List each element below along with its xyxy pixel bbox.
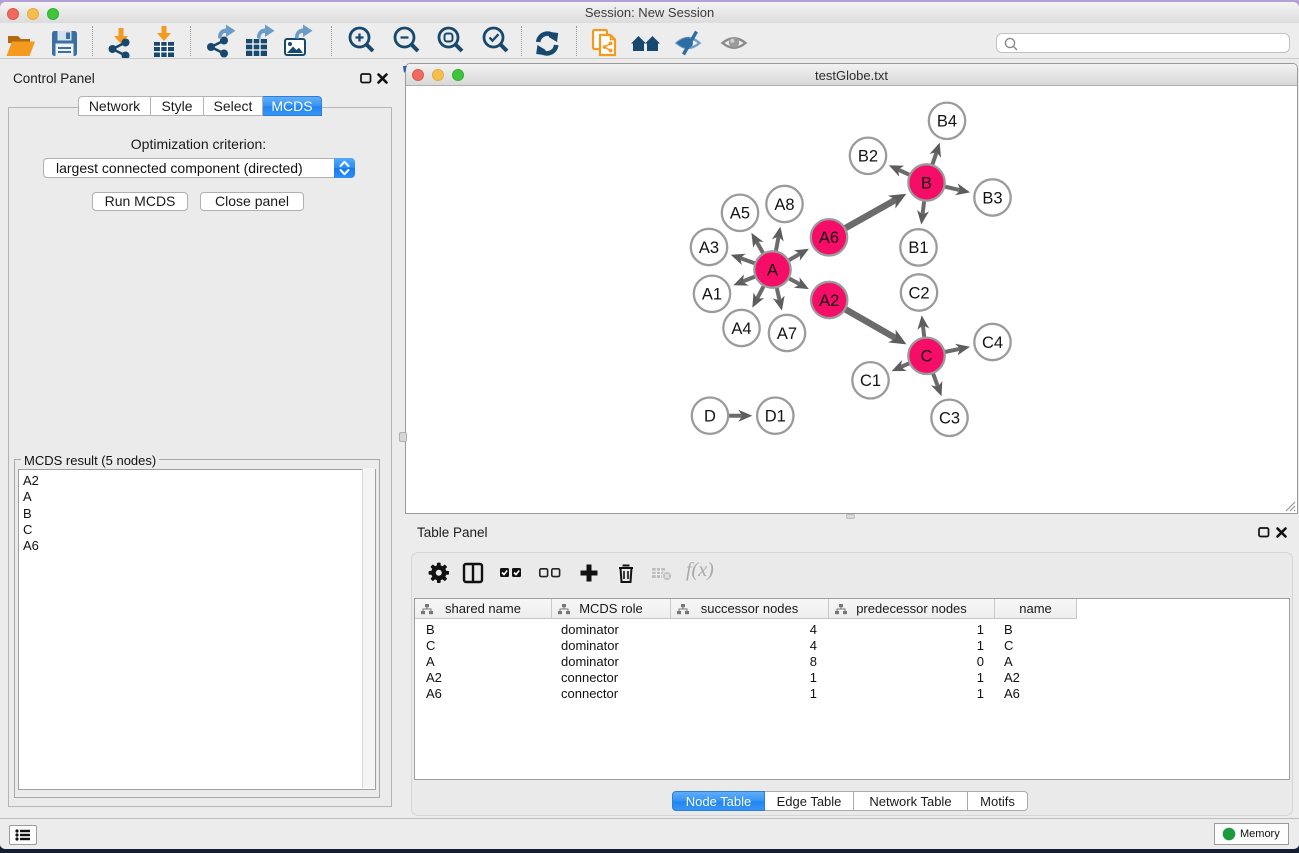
svg-text:A1: A1 [702,286,722,304]
svg-text:A8: A8 [774,196,794,214]
svg-text:A4: A4 [731,320,751,338]
svg-text:A5: A5 [730,205,750,223]
svg-text:C: C [921,348,933,366]
svg-text:C1: C1 [860,372,881,390]
svg-text:B4: B4 [937,113,957,131]
svg-text:A2: A2 [819,292,839,310]
svg-text:A6: A6 [819,229,839,247]
svg-text:B1: B1 [908,239,928,257]
svg-text:A: A [767,261,778,279]
svg-text:D: D [704,408,716,426]
svg-text:D1: D1 [765,408,786,426]
svg-text:B3: B3 [982,189,1002,207]
svg-text:B2: B2 [858,148,878,166]
svg-text:C3: C3 [939,410,960,428]
svg-text:A7: A7 [777,325,797,343]
svg-text:A3: A3 [699,239,719,257]
svg-text:C4: C4 [982,334,1003,352]
svg-text:C2: C2 [908,284,929,302]
svg-text:B: B [921,174,932,192]
